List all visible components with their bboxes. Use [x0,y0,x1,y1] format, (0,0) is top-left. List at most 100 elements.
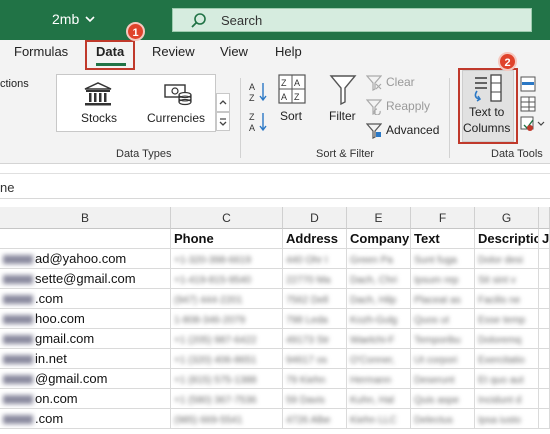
cell[interactable]: Quis aspe [411,389,475,409]
cell[interactable]: 22770 Ma [283,269,347,289]
cell[interactable] [539,349,550,369]
sort-button[interactable]: Z A A Z Sort [276,74,308,126]
cell[interactable]: Et quo aut [475,369,539,389]
cell[interactable]: +1 (815) 575-1388 [171,369,283,389]
cell[interactable]: J [539,229,550,249]
cell[interactable] [539,409,550,429]
cell[interactable]: 1-808-346-2079 [171,309,283,329]
email-cell[interactable]: .com [0,289,171,309]
column-header-f[interactable]: F [411,207,475,229]
cell[interactable]: Temporibu [411,329,475,349]
email-cell[interactable]: @gmail.com [0,369,171,389]
cell[interactable]: Esse temp [475,309,539,329]
cell[interactable] [539,269,550,289]
cell[interactable]: Sit sint v [475,269,539,289]
tab-review[interactable]: Review [152,44,195,59]
column-header-b[interactable]: B [0,207,171,229]
cell[interactable]: Descriptic [475,229,539,249]
cell[interactable] [539,309,550,329]
cell[interactable]: Phone [171,229,283,249]
tab-help[interactable]: Help [275,44,302,59]
cell[interactable]: 94617 os [283,349,347,369]
cell[interactable]: Quos ut [411,309,475,329]
email-cell[interactable]: sette@gmail.com [0,269,171,289]
clear-button[interactable]: Clear [366,74,436,92]
name-box[interactable]: ne [0,180,14,195]
cell[interactable]: Company [347,229,411,249]
cell[interactable] [539,329,550,349]
cell[interactable] [0,229,171,249]
filter-button[interactable]: Filter [326,74,360,126]
gallery-scroll-up[interactable] [216,93,230,112]
cell[interactable]: Sunt fuga [411,249,475,269]
cell[interactable]: 798 Leda [283,309,347,329]
cell[interactable]: +1 (205) 987-6422 [171,329,283,349]
cell[interactable]: Text [411,229,475,249]
cell[interactable]: Ipsa iusto [475,409,539,429]
formula-bar[interactable]: ne [0,173,550,199]
email-cell[interactable]: gmail.com [0,329,171,349]
cell[interactable]: (985) 669-5541 [171,409,283,429]
reapply-button[interactable]: Reapply [366,98,436,116]
cell[interactable]: Dolor desi [475,249,539,269]
cell[interactable]: Ut corpori [411,349,475,369]
cell[interactable]: 59 Davis [283,389,347,409]
column-header-e[interactable]: E [347,207,411,229]
file-name[interactable]: 2mb [52,11,79,27]
currencies-button[interactable]: Currencies [141,79,213,129]
email-cell[interactable]: .com [0,409,171,429]
cell[interactable]: 49173 Str [283,329,347,349]
tab-view[interactable]: View [220,44,248,59]
cell[interactable]: Kuhn, Hal [347,389,411,409]
cell[interactable] [539,289,550,309]
cell[interactable]: Doloremq [475,329,539,349]
sort-ascending-button[interactable]: A Z [248,80,270,104]
cell[interactable]: 440 Ohr I [283,249,347,269]
cell[interactable]: Dach, Chri [347,269,411,289]
cell[interactable]: 4726 Albe [283,409,347,429]
email-cell[interactable]: on.com [0,389,171,409]
cell[interactable]: Facilis ne [475,289,539,309]
cell[interactable]: Exercitatio [475,349,539,369]
column-header-c[interactable]: C [171,207,283,229]
email-cell[interactable]: ad@yahoo.com [0,249,171,269]
cell[interactable]: +1 (580) 367-7536 [171,389,283,409]
remove-duplicates-button[interactable] [520,96,536,112]
column-header-g[interactable]: G [475,207,539,229]
gallery-more-button[interactable] [216,112,230,131]
data-validation-button[interactable] [520,116,548,132]
cell[interactable]: Incidunt d [475,389,539,409]
cell[interactable]: Kiehn LLC [347,409,411,429]
cell[interactable] [539,369,550,389]
chevron-down-icon[interactable] [85,12,95,26]
cell[interactable]: +1-419-815-9540 [171,269,283,289]
cell[interactable]: Delectus [411,409,475,429]
cell[interactable]: (947) 444-2201 [171,289,283,309]
cell[interactable] [539,249,550,269]
email-cell[interactable]: hoo.com [0,309,171,329]
cell[interactable]: Green Pa [347,249,411,269]
sort-descending-button[interactable]: Z A [248,110,270,134]
cell[interactable]: Kozh-Gulg [347,309,411,329]
stocks-button[interactable]: Stocks [65,79,131,129]
email-cell[interactable]: in.net [0,349,171,369]
cell[interactable]: Ipsum rep [411,269,475,289]
flash-fill-button[interactable] [520,76,536,92]
cell[interactable] [539,389,550,409]
cell[interactable]: 79 Kiehn [283,369,347,389]
column-header-d[interactable]: D [283,207,347,229]
advanced-button[interactable]: Advanced [366,122,444,140]
cell[interactable]: O'Conner, [347,349,411,369]
cell[interactable]: Dach, Hilp [347,289,411,309]
cell[interactable]: +1-320-398-6619 [171,249,283,269]
cell[interactable]: Placeat as [411,289,475,309]
cell[interactable]: Deserunt [411,369,475,389]
cell[interactable]: Address [283,229,347,249]
tab-formulas[interactable]: Formulas [14,44,68,59]
cell[interactable]: 7562 Dell [283,289,347,309]
cell[interactable]: +1 (320) 406-8651 [171,349,283,369]
search-box[interactable]: Search [172,8,532,32]
cell[interactable]: Hermann [347,369,411,389]
cell[interactable]: Waelchi-F [347,329,411,349]
column-header-h[interactable] [539,207,550,229]
